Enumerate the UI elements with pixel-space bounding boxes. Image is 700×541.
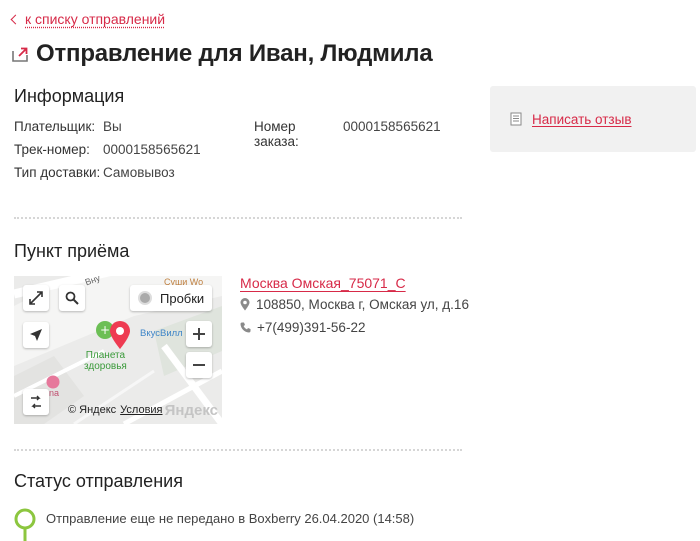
chevron-left-icon [10,14,21,25]
page-title-row: Отправление для Иван, Людмила [12,40,433,68]
yandex-logo: Яндекс [164,402,218,419]
delivery-type-row: Тип доставки: Самовывоз [14,165,175,180]
track-number-value: 0000158565621 [103,142,201,157]
track-number-label: Трек-номер: [14,142,90,157]
payer-row: Плательщик: Вы [14,119,122,134]
page-title: Отправление для Иван, Людмила [36,40,433,67]
status-heading: Статус отправления [14,471,183,491]
geolocation-button[interactable] [23,322,49,348]
pickup-phone-row: +7(499)391-56-22 [240,320,365,335]
track-number-row: Трек-номер: 0000158565621 [14,142,201,157]
traffic-light-icon [138,291,152,305]
status-text: Отправление еще не передано в Boxberry 2… [46,511,415,526]
map-terms-link[interactable]: Условия [120,404,162,416]
fullscreen-button[interactable] [23,285,49,311]
search-icon [65,291,79,305]
map-poi-pharmacy: Планета здоровья [84,350,127,372]
route-button[interactable] [23,389,49,415]
order-number-row: Номер заказа: 0000158565621 [254,119,441,149]
pickup-map[interactable]: Вну Суши Wo ВкусВилл Планета здоровья le… [14,276,222,424]
expand-icon [29,291,43,305]
location-marker-icon[interactable] [108,320,132,350]
traffic-label: Пробки [160,290,205,306]
location-pin-icon [240,298,250,311]
minus-icon [193,364,205,366]
document-icon [510,112,522,126]
info-heading: Информация [14,86,125,106]
plus-icon [193,328,205,340]
status-timeline-icon [14,508,36,541]
pickup-address-row: 108850, Москва г, Омская ул, д.16 [240,297,469,312]
review-panel: Написать отзыв [490,86,696,152]
back-to-list-link[interactable]: к списку отправлений [10,11,166,27]
zoom-out-button[interactable] [186,352,212,378]
route-icon [31,395,41,409]
pickup-phone: +7(499)391-56-22 [257,320,366,335]
divider [14,449,462,451]
map-search-button[interactable] [59,285,85,311]
map-poi-store: ВкусВилл [140,328,183,339]
navigation-arrow-icon [30,329,42,341]
delivery-type-label: Тип доставки: [14,165,101,180]
divider [14,217,462,219]
payer-label: Плательщик: [14,119,96,134]
map-copyright: © Яндекс [68,404,117,416]
map-attribution: © Яндекс Условия [68,404,163,416]
pickup-point-link[interactable]: Москва Омская_75071_С [240,275,406,291]
pickup-address: 108850, Москва г, Омская ул, д.16 [256,297,469,312]
order-number-value: 0000158565621 [343,119,441,134]
outgoing-parcel-icon [12,47,28,62]
delivery-type-value: Самовывоз [103,165,175,180]
flower-poi-icon [46,375,60,389]
payer-value: Вы [103,119,122,134]
traffic-button[interactable]: Пробки [130,285,212,311]
back-link-label: к списку отправлений [25,11,166,27]
pickup-heading: Пункт приёма [14,241,130,261]
zoom-in-button[interactable] [186,321,212,347]
order-number-label: Номер заказа: [254,119,299,149]
write-review-link[interactable]: Написать отзыв [532,112,632,127]
phone-icon [240,322,251,333]
